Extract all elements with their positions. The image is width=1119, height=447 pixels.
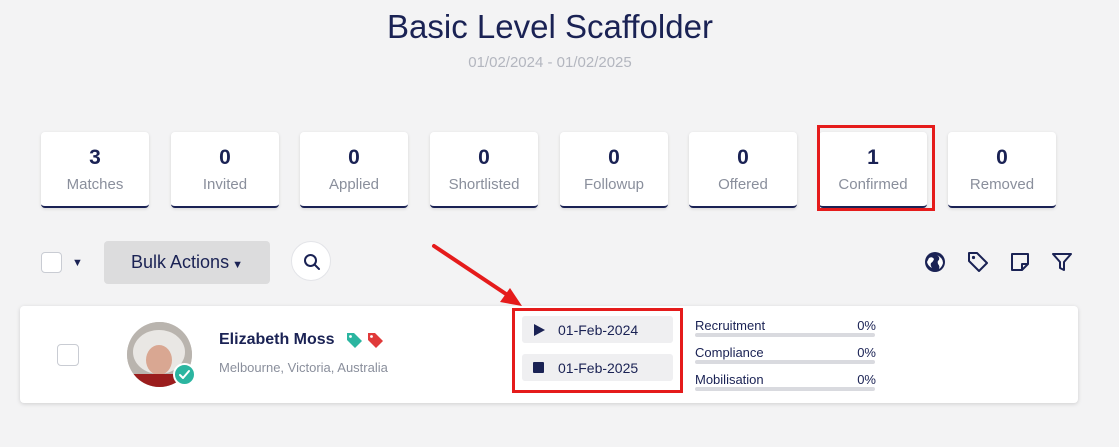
- stat-applied[interactable]: 0 Applied: [300, 132, 408, 208]
- stat-label: Offered: [718, 176, 768, 193]
- stat-shortlisted[interactable]: 0 Shortlisted: [430, 132, 538, 208]
- stat-invited[interactable]: 0 Invited: [171, 132, 279, 208]
- verified-badge: [173, 363, 196, 386]
- stat-count: 3: [89, 146, 101, 169]
- progress-bar-recruitment: [695, 333, 875, 337]
- stat-count: 0: [219, 146, 231, 169]
- stat-count: 0: [737, 146, 749, 169]
- chevron-down-icon: ▼: [232, 259, 243, 271]
- stat-count: 0: [348, 146, 360, 169]
- stat-removed[interactable]: 0 Removed: [948, 132, 1056, 208]
- progress-percent-compliance: 0%: [857, 345, 876, 360]
- progress-label-recruitment: Recruitment: [695, 318, 766, 333]
- tag-icon[interactable]: [966, 250, 990, 274]
- dates-highlight-box: [512, 308, 683, 393]
- page-title: Basic Level Scaffolder: [387, 8, 713, 45]
- globe-icon[interactable]: [923, 250, 947, 274]
- candidate-name[interactable]: Elizabeth Moss: [219, 331, 335, 349]
- search-icon: [304, 254, 320, 270]
- stat-offered[interactable]: 0 Offered: [689, 132, 797, 208]
- progress-label-mobilisation: Mobilisation: [695, 372, 764, 387]
- row-checkbox[interactable]: [57, 344, 79, 366]
- stat-count: 0: [478, 146, 490, 169]
- stat-count: 0: [608, 146, 620, 169]
- tag-icon[interactable]: [346, 332, 363, 349]
- progress-bar-mobilisation: [695, 387, 875, 391]
- bulk-actions-label: Bulk Actions: [131, 252, 230, 272]
- stat-label: Shortlisted: [448, 176, 520, 193]
- candidate-location: Melbourne, Victoria, Australia: [219, 360, 388, 375]
- filter-icon[interactable]: [1050, 250, 1074, 274]
- date-range: 01/02/2024 - 01/02/2025: [468, 54, 632, 71]
- confirmed-highlight-box: [817, 125, 935, 211]
- stat-matches[interactable]: 3 Matches: [41, 132, 149, 208]
- stat-label: Followup: [583, 176, 645, 193]
- check-icon: [179, 370, 190, 379]
- search-button[interactable]: [291, 241, 331, 281]
- bulk-actions-button[interactable]: Bulk Actions ▼: [104, 241, 270, 284]
- select-all-checkbox[interactable]: [41, 252, 62, 273]
- stat-label: Applied: [328, 176, 380, 193]
- stat-label: Removed: [969, 176, 1035, 193]
- progress-label-compliance: Compliance: [695, 345, 764, 360]
- tag-icon[interactable]: [367, 332, 384, 349]
- stat-count: 0: [996, 146, 1008, 169]
- progress-bar-compliance: [695, 360, 875, 364]
- note-icon[interactable]: [1008, 250, 1032, 274]
- stat-label: Invited: [202, 176, 248, 193]
- progress-percent-mobilisation: 0%: [857, 372, 876, 387]
- chevron-down-icon[interactable]: ▼: [72, 257, 83, 269]
- stat-label: Matches: [66, 176, 124, 193]
- stat-followup[interactable]: 0 Followup: [560, 132, 668, 208]
- progress-percent-recruitment: 0%: [857, 318, 876, 333]
- red-arrow-annotation: [432, 244, 522, 306]
